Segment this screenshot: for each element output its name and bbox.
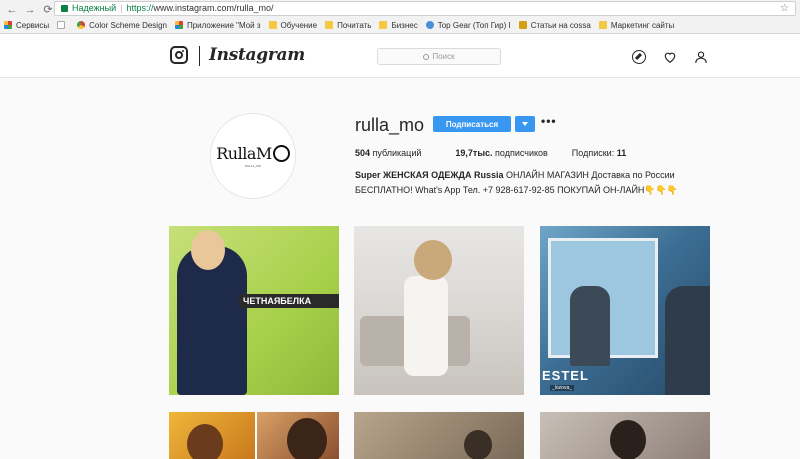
post-thumbnail[interactable]	[169, 412, 255, 459]
url-protocol: https://	[126, 3, 154, 13]
profile-stats: 504 публикаций 19,7тыс. подписчиков Подп…	[355, 148, 626, 158]
avatar-logo-o	[272, 145, 290, 162]
instagram-camera-icon[interactable]	[170, 46, 188, 64]
posts-count: 504	[355, 148, 371, 158]
post-thumbnail[interactable]: ESTEL _lozova_	[540, 226, 710, 395]
page-icon	[57, 21, 66, 29]
folder-icon	[268, 21, 277, 29]
bookmark-label: Маркетинг сайты	[610, 20, 675, 30]
address-separator: |	[120, 3, 123, 13]
header-divider	[199, 46, 200, 66]
followers-stat[interactable]: 19,7тыс. подписчиков	[455, 148, 547, 158]
post-figure	[187, 424, 223, 459]
profile-bio: Super ЖЕНСКАЯ ОДЕЖДА Russia ОНЛАЙН МАГАЗ…	[355, 168, 685, 198]
post-thumbnail[interactable]: ЧЕТНАЯБЕЛКА	[169, 226, 339, 395]
followers-count: 19,7тыс.	[455, 148, 493, 158]
avatar-logo: RullaM	[216, 144, 290, 163]
post-tag: _lozova_	[550, 385, 575, 391]
bookmark-page[interactable]	[57, 21, 69, 29]
bookmark-label: Top Gear (Топ Гир) I	[437, 20, 511, 30]
secure-label: Надежный	[72, 3, 117, 13]
bookmark-label: Обучение	[280, 20, 318, 30]
search-placeholder: Поиск	[432, 52, 455, 61]
post-thumbnail[interactable]	[257, 412, 339, 459]
followers-label: подписчиков	[492, 148, 548, 158]
bookmark-business[interactable]: Бизнес	[379, 20, 418, 30]
apps-grid-icon	[4, 21, 12, 29]
bookmark-star-icon[interactable]: ☆	[780, 2, 789, 15]
app-icon	[174, 21, 183, 29]
posts-grid: ЧЕТНАЯБЕЛКА ESTEL _lozova_	[169, 226, 710, 459]
post-figure	[464, 430, 492, 459]
globe-icon	[425, 21, 434, 29]
address-bar[interactable]: Надежный | https:// www.instagram.com/ru…	[54, 1, 796, 16]
bookmark-color-scheme[interactable]: Color Scheme Design	[77, 21, 167, 30]
bookmark-learning[interactable]: Обучение	[268, 20, 318, 30]
instagram-header: Instagram Поиск	[0, 34, 800, 78]
post-thumbnail[interactable]	[540, 412, 710, 459]
header-nav-icons	[632, 50, 708, 64]
bookmark-reading[interactable]: Почитать	[325, 21, 371, 30]
post-sign: ЧЕТНАЯБЕЛКА	[239, 294, 339, 308]
search-input[interactable]: Поиск	[377, 48, 501, 65]
bookmarks-bar: Сервисы Color Scheme Design Приложение "…	[4, 18, 682, 32]
bookmark-topgear[interactable]: Top Gear (Топ Гир) I	[425, 20, 511, 30]
post-thumbnail[interactable]	[354, 412, 524, 459]
bookmark-app[interactable]: Приложение "Мой з	[174, 20, 261, 30]
bookmark-label: Приложение "Мой з	[186, 20, 261, 30]
following-label: Подписки:	[571, 148, 617, 158]
bookmark-services[interactable]: Сервисы	[4, 21, 49, 30]
bookmark-marketing[interactable]: Маркетинг сайты	[598, 20, 675, 30]
chevron-down-icon	[522, 122, 528, 126]
follow-button[interactable]: Подписаться	[433, 116, 511, 132]
url-path: www.instagram.com/rulla_mo/	[153, 3, 274, 13]
explore-compass-icon[interactable]	[632, 50, 646, 64]
bio-title: Super ЖЕНСКАЯ ОДЕЖДА Russia	[355, 170, 504, 180]
lock-icon	[61, 5, 68, 12]
profile-person-icon[interactable]	[694, 50, 708, 64]
reload-icon[interactable]: ⟳	[42, 4, 54, 16]
color-wheel-icon	[77, 21, 86, 29]
following-count: 11	[616, 148, 627, 158]
post-brand: ESTEL	[542, 368, 589, 383]
folder-icon	[325, 21, 334, 29]
bookmark-cossa[interactable]: Статьи на cossa	[518, 20, 591, 30]
post-figure	[610, 420, 646, 459]
bookmark-label: Сервисы	[16, 20, 50, 30]
folder-icon	[379, 21, 388, 29]
site-icon	[518, 21, 527, 29]
suggestions-dropdown-button[interactable]	[515, 116, 535, 132]
browser-chrome: ← → ⟳ Надежный | https:// www.instagram.…	[0, 0, 800, 34]
more-options-button[interactable]: •••	[541, 114, 557, 128]
post-thumbnail[interactable]	[354, 226, 524, 395]
bookmark-label: Статьи на cossa	[530, 20, 591, 30]
following-stat[interactable]: Подписки: 11	[572, 148, 626, 158]
posts-stat: 504 публикаций	[355, 148, 421, 158]
avatar-logo-text: RullaM	[216, 144, 272, 163]
posts-label: публикаций	[370, 148, 422, 158]
bookmark-label: Почитать	[337, 20, 372, 30]
avatar-subtext: RULLA_MO	[244, 164, 262, 168]
instagram-wordmark[interactable]: Instagram	[209, 45, 305, 65]
post-figure-head	[191, 230, 225, 270]
forward-arrow-icon[interactable]: →	[24, 4, 36, 16]
profile-username: rulla_mo	[355, 115, 425, 135]
bookmark-label: Бизнес	[391, 20, 418, 30]
browser-nav: ← → ⟳	[6, 3, 54, 17]
search-icon	[423, 53, 430, 60]
profile-avatar[interactable]: RullaM RULLA_MO	[210, 113, 296, 199]
post-figure	[287, 418, 327, 459]
bookmark-label: Color Scheme Design	[89, 20, 167, 30]
post-figure-right	[665, 286, 710, 395]
folder-icon	[598, 21, 607, 29]
post-figure	[404, 276, 448, 376]
activity-heart-icon[interactable]	[663, 50, 677, 64]
post-teddy	[414, 240, 452, 280]
back-arrow-icon[interactable]: ←	[6, 4, 18, 16]
post-figure	[570, 286, 610, 366]
